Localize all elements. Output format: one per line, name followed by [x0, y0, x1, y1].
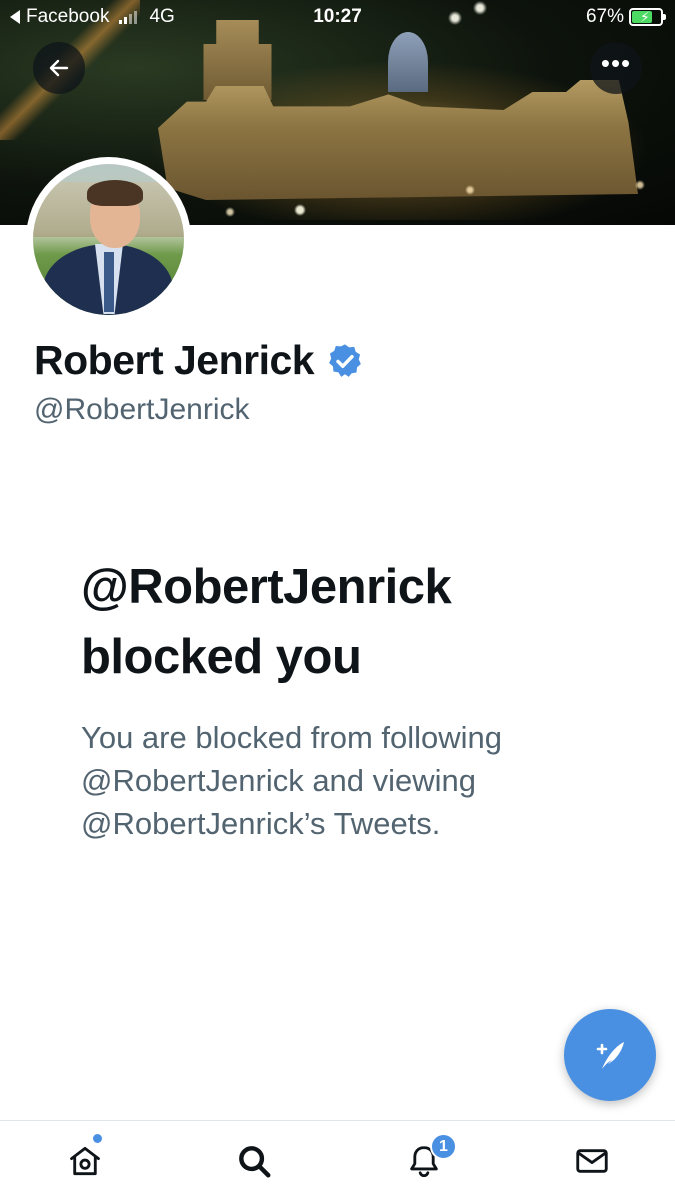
- arrow-left-icon: [49, 59, 69, 77]
- mail-icon: [576, 1149, 608, 1173]
- back-button[interactable]: [33, 42, 85, 94]
- bottom-tab-bar: [0, 1120, 675, 1200]
- profile-handle: @RobertJenrick: [34, 393, 250, 426]
- notifications-badge: 1: [430, 1133, 457, 1160]
- status-right: 67% ⚡: [585, 6, 666, 28]
- blocked-title: @RobertJenrick blocked you: [81, 560, 452, 684]
- avatar-photo: [33, 164, 184, 315]
- tab-home[interactable]: [63, 1139, 107, 1183]
- compose-tweet-icon: [596, 1042, 624, 1069]
- charging-bolt-icon: ⚡: [640, 9, 650, 25]
- verified-badge-icon[interactable]: [326, 342, 364, 380]
- avatar-hair: [87, 180, 143, 206]
- blocked-body: You are blocked from following @RobertJe…: [81, 720, 503, 841]
- avatar[interactable]: [26, 157, 191, 322]
- battery-percent: 67%: [585, 6, 624, 27]
- display-name: Robert Jenrick: [34, 337, 315, 383]
- profile-name-row: Robert Jenrick: [34, 337, 364, 384]
- more-options-button[interactable]: •••: [590, 42, 642, 94]
- home-icon: [70, 1146, 100, 1176]
- tab-messages[interactable]: [570, 1139, 614, 1183]
- compose-tweet-button[interactable]: [564, 1009, 656, 1101]
- status-time: 10:27: [313, 6, 362, 27]
- avatar-tie: [104, 252, 114, 312]
- more-horizontal-icon: •••: [600, 48, 632, 78]
- search-icon: [239, 1146, 271, 1178]
- status-bar: Facebook 4G 10:27 67% ⚡: [0, 0, 675, 36]
- tab-search[interactable]: [232, 1139, 276, 1183]
- battery-icon: ⚡: [629, 8, 666, 26]
- home-new-content-dot: [93, 1134, 102, 1143]
